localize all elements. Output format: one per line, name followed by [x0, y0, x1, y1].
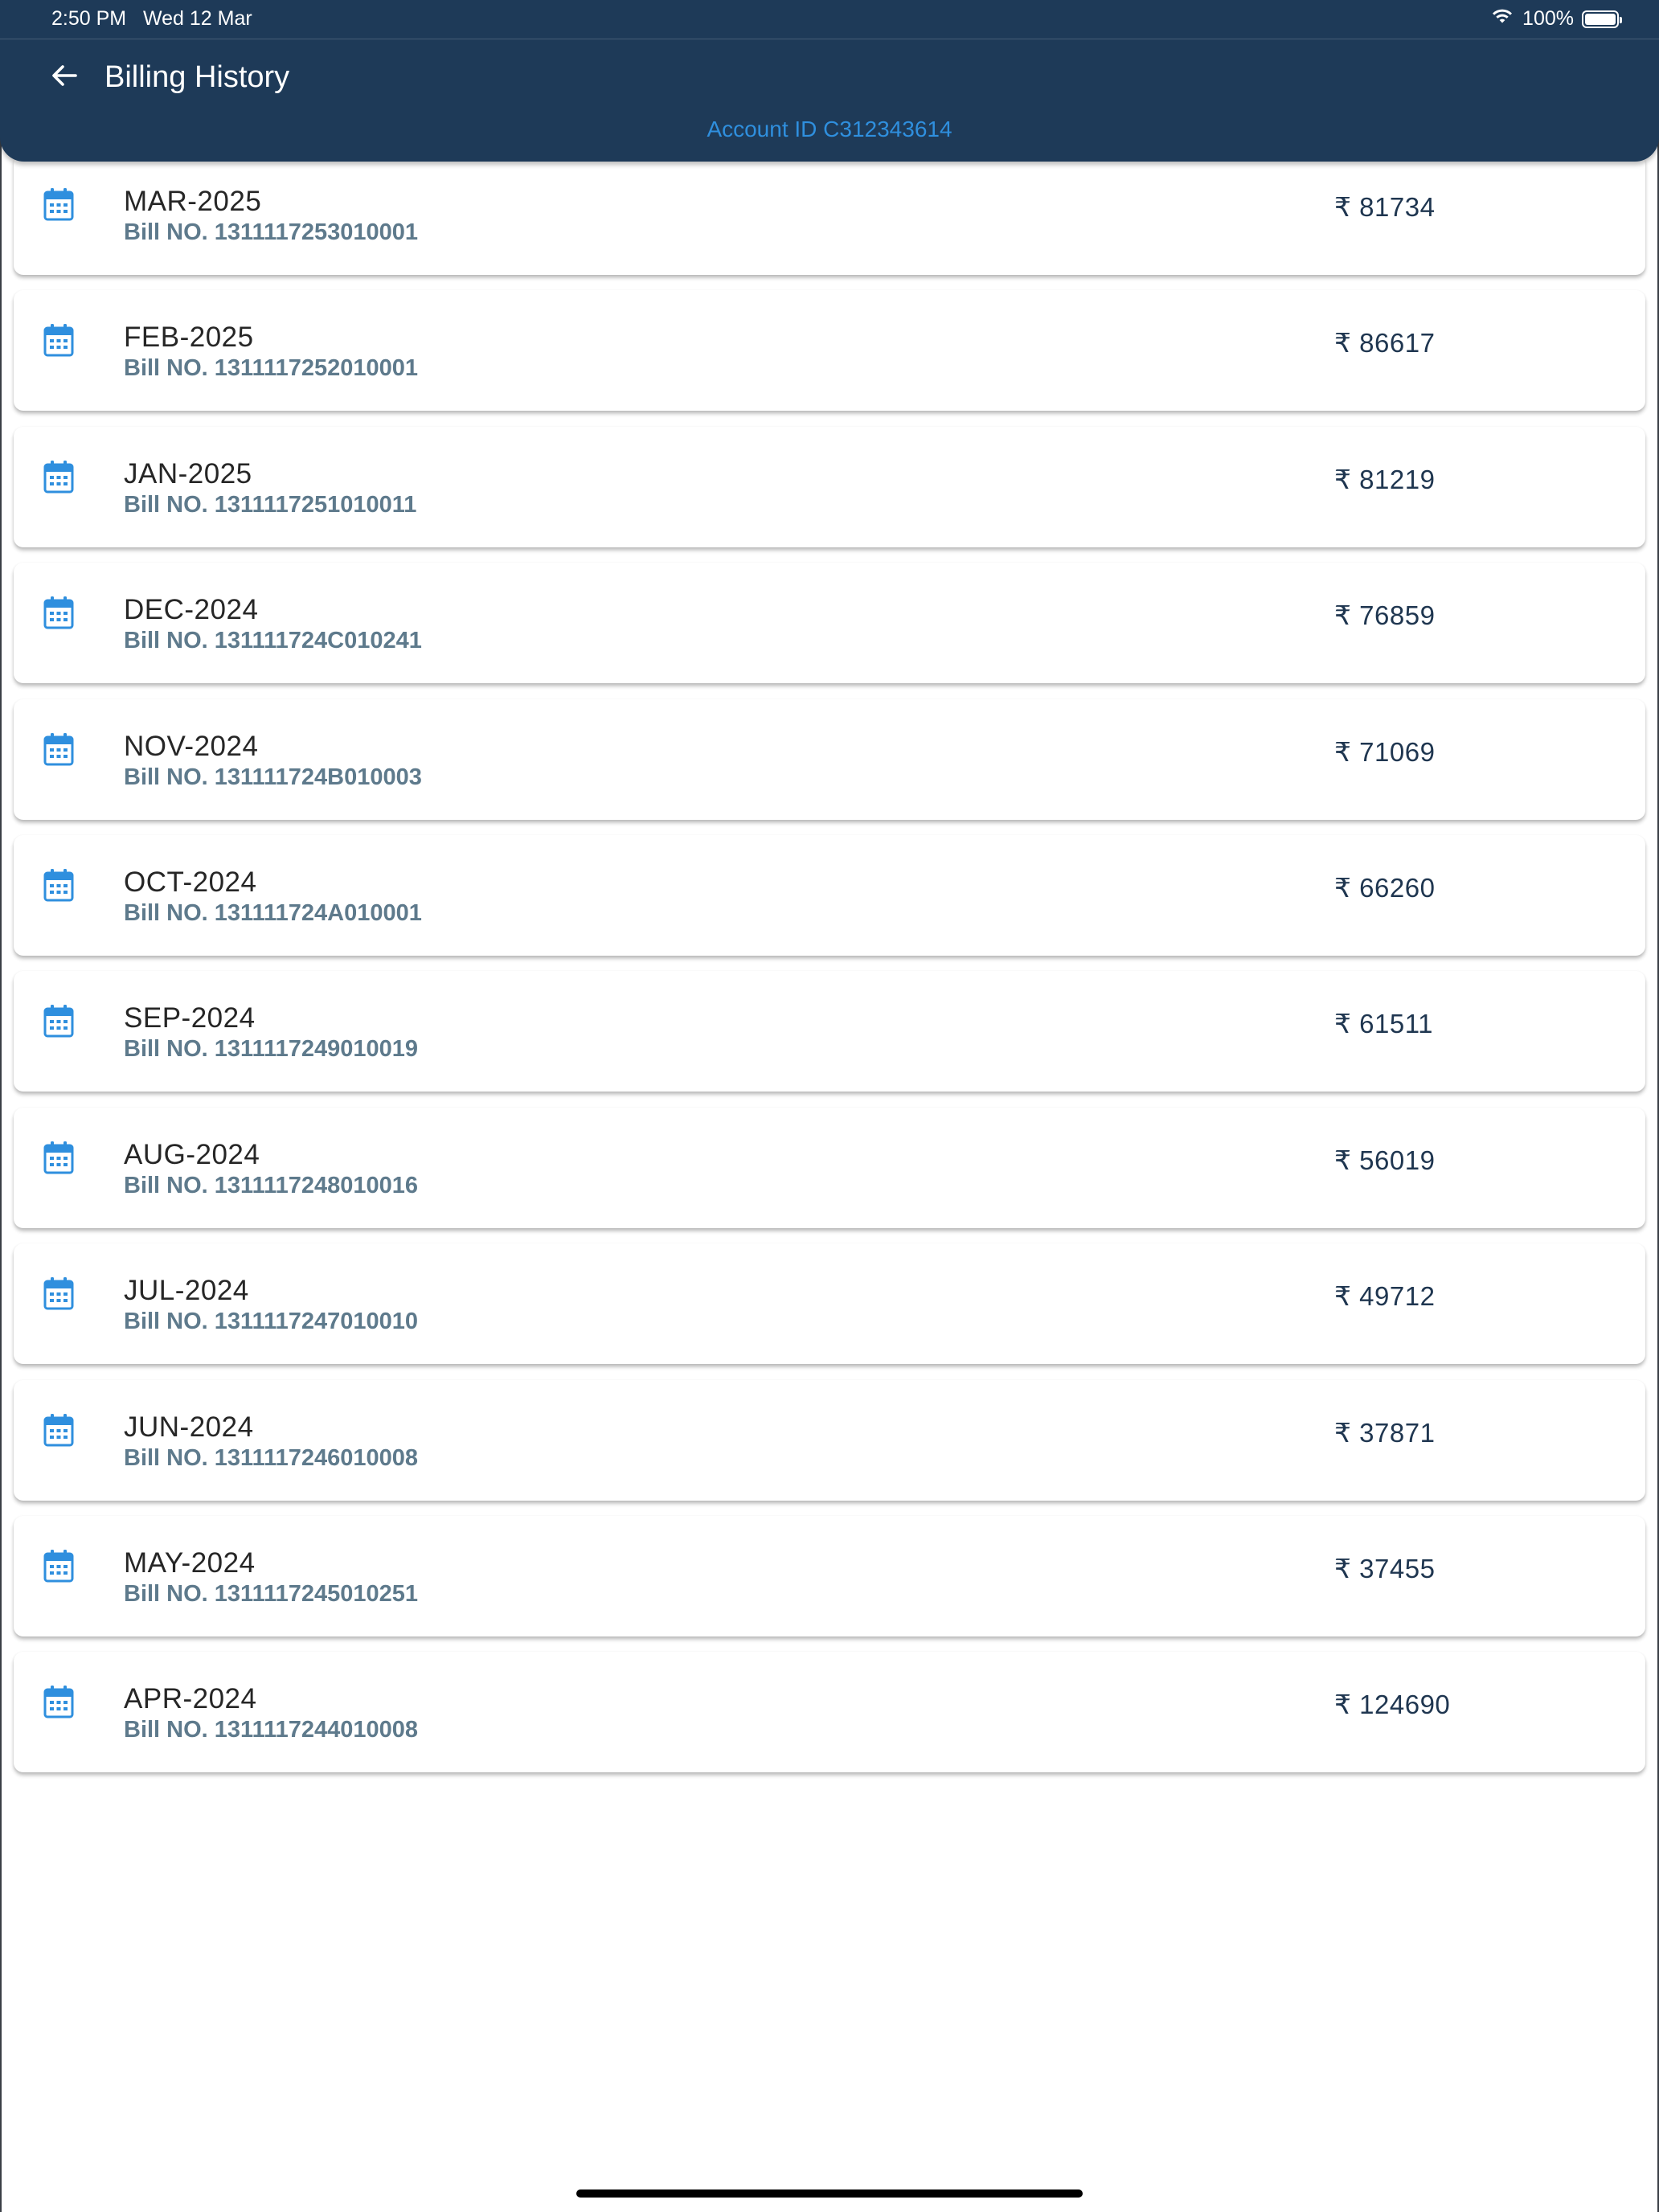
bill-number: Bill NO. 131111724B010003: [124, 764, 422, 790]
calendar-icon: [43, 1140, 75, 1175]
bill-number: Bill NO. 1311117251010011: [124, 491, 417, 518]
bill-amount: ₹ 76859: [1334, 600, 1436, 631]
bill-number: Bill NO. 1311117253010001: [124, 219, 419, 245]
page-title: Billing History: [104, 60, 290, 94]
status-bar: 2:50 PM Wed 12 Mar 100%: [0, 0, 1659, 39]
bill-amount: ₹ 56019: [1334, 1145, 1436, 1175]
bill-amount: ₹ 61511: [1334, 1009, 1433, 1039]
status-indicators: 100%: [1490, 7, 1622, 31]
calendar-icon: [43, 459, 75, 494]
calendar-icon: [43, 1412, 75, 1448]
bill-number: Bill NO. 1311117248010016: [124, 1172, 419, 1198]
app-header: 2:50 PM Wed 12 Mar 100% Billing History …: [0, 0, 1659, 162]
bill-month: SEP-2024: [124, 1002, 256, 1034]
bill-number: Bill NO. 131111724C010241: [124, 628, 422, 654]
bill-month: AUG-2024: [124, 1138, 260, 1170]
calendar-icon: [43, 595, 75, 630]
arrow-left-icon: [50, 61, 79, 94]
bill-amount: ₹ 37871: [1334, 1417, 1436, 1448]
bill-card[interactable]: OCT-2024 Bill NO. 131111724A010001 ₹ 662…: [14, 835, 1645, 956]
calendar-icon: [43, 731, 75, 767]
bill-month: MAY-2024: [124, 1547, 256, 1579]
account-id: Account ID C312343614: [707, 117, 952, 141]
bill-number: Bill NO. 1311117247010010: [124, 1309, 419, 1335]
bill-amount: ₹ 124690: [1334, 1690, 1451, 1720]
bill-month: NOV-2024: [124, 730, 259, 762]
battery-icon: [1582, 10, 1622, 28]
bill-card[interactable]: AUG-2024 Bill NO. 1311117248010016 ₹ 560…: [14, 1107, 1645, 1228]
bill-number: Bill NO. 1311117245010251: [124, 1581, 419, 1607]
calendar-icon: [43, 867, 75, 903]
bill-number: Bill NO. 1311117252010001: [124, 355, 419, 382]
bill-amount: ₹ 49712: [1334, 1281, 1436, 1312]
bill-month: OCT-2024: [124, 866, 257, 898]
bill-month: FEB-2025: [124, 322, 254, 354]
bill-month: JUN-2024: [124, 1411, 254, 1443]
bill-card[interactable]: FEB-2025 Bill NO. 1311117252010001 ₹ 866…: [14, 290, 1645, 412]
bill-card[interactable]: JUL-2024 Bill NO. 1311117247010010 ₹ 497…: [14, 1243, 1645, 1365]
bill-card[interactable]: NOV-2024 Bill NO. 131111724B010003 ₹ 710…: [14, 698, 1645, 820]
bill-amount: ₹ 37455: [1334, 1554, 1436, 1583]
bill-card[interactable]: DEC-2024 Bill NO. 131111724C010241 ₹ 768…: [14, 563, 1645, 684]
bill-card[interactable]: JAN-2025 Bill NO. 1311117251010011 ₹ 812…: [14, 426, 1645, 547]
bill-amount: ₹ 71069: [1334, 736, 1436, 767]
home-indicator[interactable]: [576, 2189, 1083, 2198]
calendar-icon: [43, 1276, 75, 1311]
bill-card[interactable]: MAR-2025 Bill NO. 1311117253010001 ₹ 817…: [14, 154, 1645, 275]
bill-amount: ₹ 81734: [1334, 192, 1436, 222]
bill-card[interactable]: SEP-2024 Bill NO. 1311117249010019 ₹ 615…: [14, 971, 1645, 1092]
bill-month: MAR-2025: [124, 186, 262, 217]
calendar-icon: [43, 186, 75, 222]
status-date: Wed 12 Mar: [143, 7, 252, 30]
bill-number: Bill NO. 131111724A010001: [124, 900, 422, 926]
calendar-icon: [43, 1548, 75, 1583]
calendar-icon: [43, 322, 75, 358]
calendar-icon: [43, 1684, 75, 1719]
bill-number: Bill NO. 1311117246010008: [124, 1444, 419, 1471]
bill-amount: ₹ 66260: [1334, 873, 1436, 903]
bill-month: DEC-2024: [124, 594, 259, 626]
status-time: 2:50 PM: [51, 7, 127, 30]
wifi-icon: [1490, 7, 1514, 31]
bill-month: JUL-2024: [124, 1275, 249, 1307]
battery-percent: 100%: [1522, 7, 1574, 30]
back-button[interactable]: [47, 58, 82, 96]
bill-number: Bill NO. 1311117244010008: [124, 1717, 419, 1743]
bill-number: Bill NO. 1311117249010019: [124, 1036, 419, 1063]
bill-amount: ₹ 81219: [1334, 464, 1436, 494]
bill-card[interactable]: MAY-2024 Bill NO. 1311117245010251 ₹ 374…: [14, 1516, 1645, 1636]
bill-month: APR-2024: [124, 1683, 257, 1715]
bill-month: JAN-2025: [124, 457, 252, 490]
bill-card[interactable]: JUN-2024 Bill NO. 1311117246010008 ₹ 378…: [14, 1379, 1645, 1501]
bill-card[interactable]: APR-2024 Bill NO. 1311117244010008 ₹ 124…: [14, 1652, 1645, 1773]
bill-amount: ₹ 86617: [1334, 328, 1436, 358]
battery-level: [1585, 13, 1616, 25]
calendar-icon: [43, 1003, 75, 1038]
